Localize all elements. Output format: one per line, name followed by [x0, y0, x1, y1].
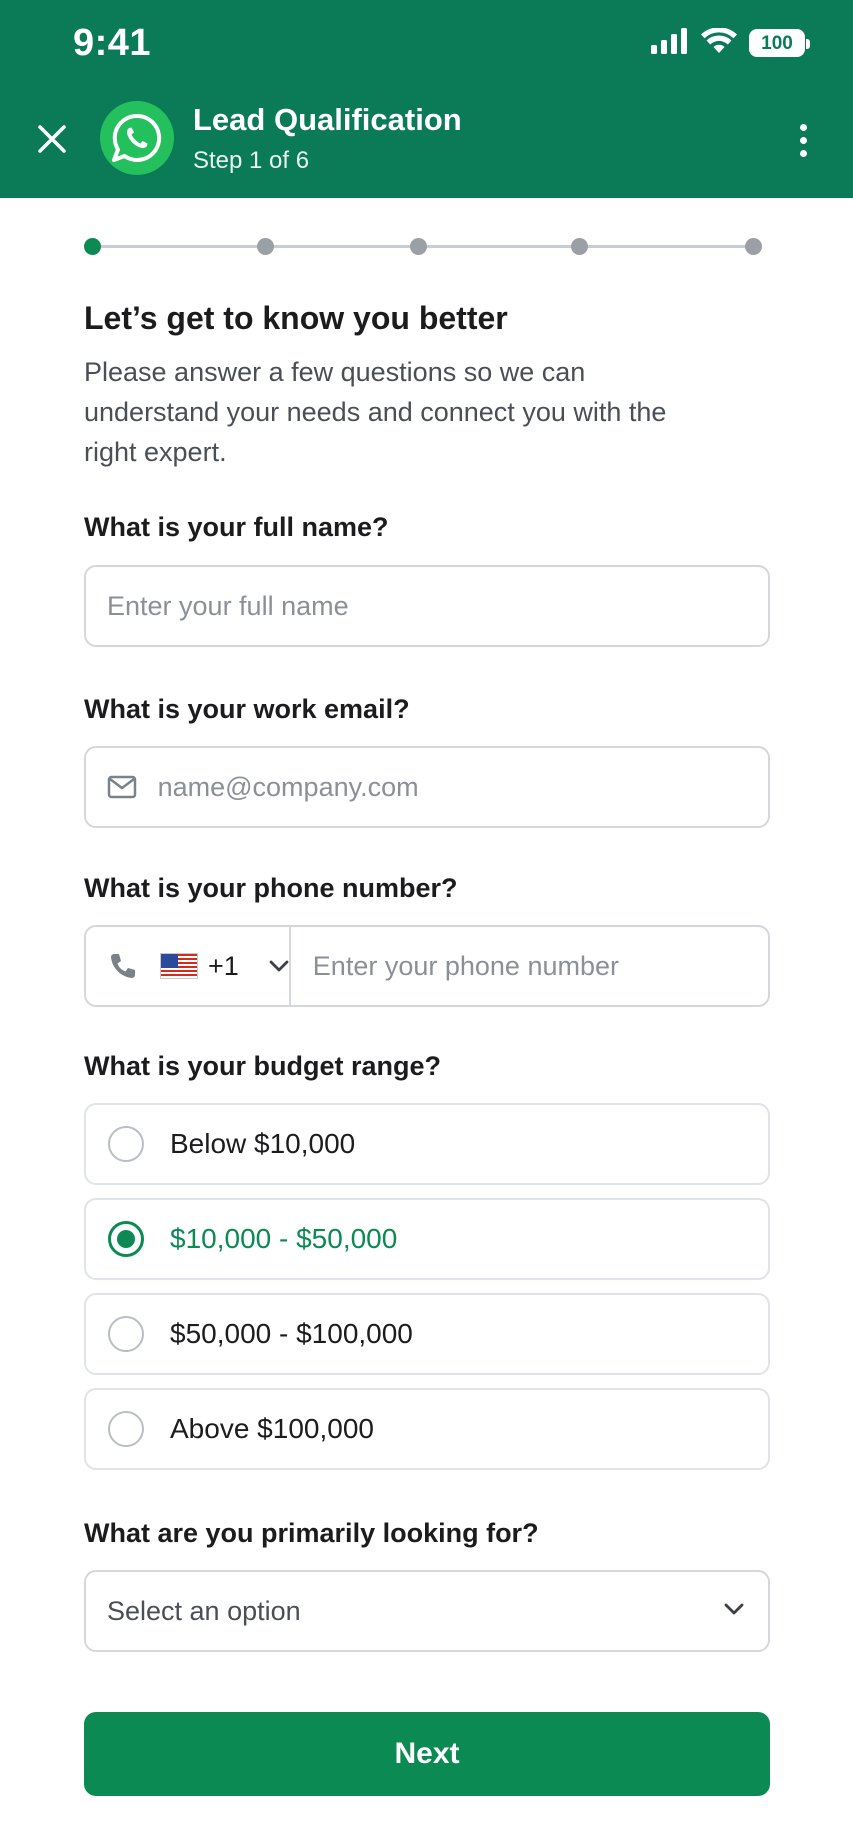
- mail-icon: [86, 775, 158, 799]
- radio-button[interactable]: [108, 1411, 144, 1447]
- progress-dot-2: [257, 238, 274, 255]
- budget-question-label: What is your budget range?: [84, 1051, 442, 1081]
- status-bar: 9:41 100: [0, 0, 853, 90]
- more-vertical-icon: [799, 123, 807, 131]
- progress-dot-5: [745, 238, 762, 255]
- status-time: 9:41: [73, 22, 152, 64]
- phone-icon: [108, 951, 138, 981]
- progress-dot-3: [410, 238, 427, 255]
- phone-field: +1: [84, 925, 770, 1007]
- app-header: 9:41 100 Lead Qualification Step 1 of 6: [0, 0, 853, 198]
- email-question-label: What is your work email?: [84, 694, 410, 724]
- budget-option-label: $50,000 - $100,000: [170, 1318, 413, 1349]
- close-icon: [38, 125, 66, 153]
- work-email-input[interactable]: [157, 748, 768, 826]
- country-code-selector[interactable]: +1: [86, 927, 291, 1005]
- full-name-field: [84, 565, 770, 647]
- nav-bar: Lead Qualification Step 1 of 6: [0, 96, 853, 198]
- next-button[interactable]: Next: [84, 1712, 770, 1796]
- page-title: Lead Qualification: [193, 102, 462, 137]
- budget-option-label: $10,000 - $50,000: [170, 1223, 398, 1254]
- budget-option-10000-50000[interactable]: $10,000 - $50,000: [84, 1198, 770, 1280]
- status-icons: 100: [651, 26, 810, 59]
- full-name-input[interactable]: [107, 567, 768, 645]
- radio-button[interactable]: [108, 1316, 144, 1352]
- dial-code: +1: [208, 950, 239, 981]
- budget-option-label: Below $10,000: [170, 1128, 356, 1159]
- select-value: Select an option: [107, 1595, 301, 1626]
- section-description: Please answer a few questions so we can …: [84, 357, 667, 467]
- phone-number-input[interactable]: [290, 927, 768, 1005]
- chevron-down-icon: [724, 1602, 744, 1620]
- budget-option-label: Above $100,000: [170, 1413, 374, 1444]
- budget-option-below-10000[interactable]: Below $10,000: [84, 1103, 770, 1185]
- whatsapp-avatar: [100, 101, 174, 175]
- more-options-button[interactable]: [781, 116, 825, 164]
- battery-level: 100: [761, 32, 793, 54]
- looking-for-select[interactable]: Select an option: [84, 1570, 770, 1652]
- phone-question-label: What is your phone number?: [84, 873, 458, 903]
- work-email-field: [84, 746, 770, 828]
- budget-option-50000-100000[interactable]: $50,000 - $100,000: [84, 1293, 770, 1375]
- progress-dot-4: [571, 238, 588, 255]
- us-flag-icon: [160, 953, 198, 979]
- close-button[interactable]: [30, 117, 74, 161]
- radio-button[interactable]: [108, 1126, 144, 1162]
- whatsapp-icon: [112, 113, 162, 162]
- cellular-signal-icon: [651, 27, 689, 59]
- name-question-label: What is your full name?: [84, 512, 389, 542]
- wifi-icon: [701, 26, 737, 59]
- chevron-down-icon: [269, 960, 289, 972]
- progress-stepper: [84, 236, 764, 256]
- battery-icon: 100: [749, 29, 810, 57]
- step-indicator: Step 1 of 6: [193, 147, 310, 174]
- budget-option-above-100000[interactable]: Above $100,000: [84, 1388, 770, 1470]
- progress-dot-1: [84, 238, 101, 255]
- looking-for-question-label: What are you primarily looking for?: [84, 1518, 539, 1548]
- radio-button-selected[interactable]: [108, 1221, 144, 1257]
- section-heading: Let’s get to know you better: [84, 300, 508, 336]
